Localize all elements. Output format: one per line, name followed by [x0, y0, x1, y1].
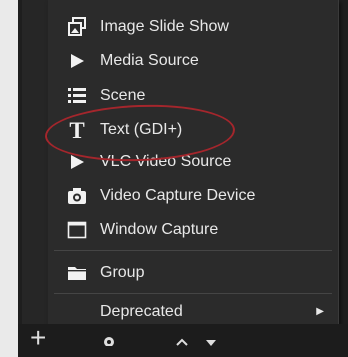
camera-icon	[64, 185, 90, 207]
menu-item-label: VLC Video Source	[100, 152, 232, 170]
menu-item-label: Deprecated	[100, 302, 183, 320]
menu-item-label: Scene	[100, 86, 146, 104]
slideshow-icon	[64, 16, 90, 38]
move-up-icon[interactable]	[176, 338, 188, 346]
blank-icon-slot	[64, 301, 90, 323]
menu-item-label: Video Capture Device	[100, 186, 256, 204]
dock-shade	[22, 0, 48, 330]
menu-item-label: Media Source	[100, 51, 199, 69]
menu-item-label: Image Slide Show	[100, 17, 229, 35]
left-background-strip	[0, 0, 18, 357]
menu-item-label: Window Capture	[100, 220, 219, 238]
menu-item-vlc-video-source[interactable]: VLC Video Source	[48, 146, 338, 177]
svg-text:T: T	[69, 119, 84, 141]
sources-toolbar: +	[18, 322, 348, 357]
menu-item-video-capture-device[interactable]: Video Capture Device	[48, 180, 338, 211]
menu-item-media-source[interactable]: Media Source	[48, 45, 338, 76]
add-source-button[interactable]: +	[30, 322, 46, 354]
play-icon	[64, 151, 90, 173]
menu-item-group[interactable]: Group	[48, 257, 338, 288]
window-icon	[64, 219, 90, 241]
menu-item-deprecated[interactable]: Deprecated ▶	[48, 296, 338, 327]
menu-item-label: Group	[100, 263, 145, 281]
list-icon	[64, 85, 90, 107]
add-source-menu: Image Slide Show Media Source Scene T Te…	[48, 0, 339, 325]
menu-item-window-capture[interactable]: Window Capture	[48, 214, 338, 245]
menu-separator	[54, 293, 332, 294]
menu-separator	[54, 250, 332, 251]
app-window: Image Slide Show Media Source Scene T Te…	[0, 0, 348, 357]
menu-item-label: Text (GDI+)	[100, 120, 183, 138]
text-icon: T	[64, 119, 90, 141]
move-down-icon[interactable]	[206, 340, 216, 346]
submenu-arrow-icon: ▶	[316, 306, 324, 317]
menu-item-image-slide-show[interactable]: Image Slide Show	[48, 11, 338, 42]
folder-icon	[64, 262, 90, 284]
play-icon	[64, 50, 90, 72]
settings-gear-icon[interactable]	[102, 334, 116, 346]
menu-item-scene[interactable]: Scene	[48, 80, 338, 111]
menu-item-text-gdi[interactable]: T Text (GDI+)	[48, 114, 338, 145]
